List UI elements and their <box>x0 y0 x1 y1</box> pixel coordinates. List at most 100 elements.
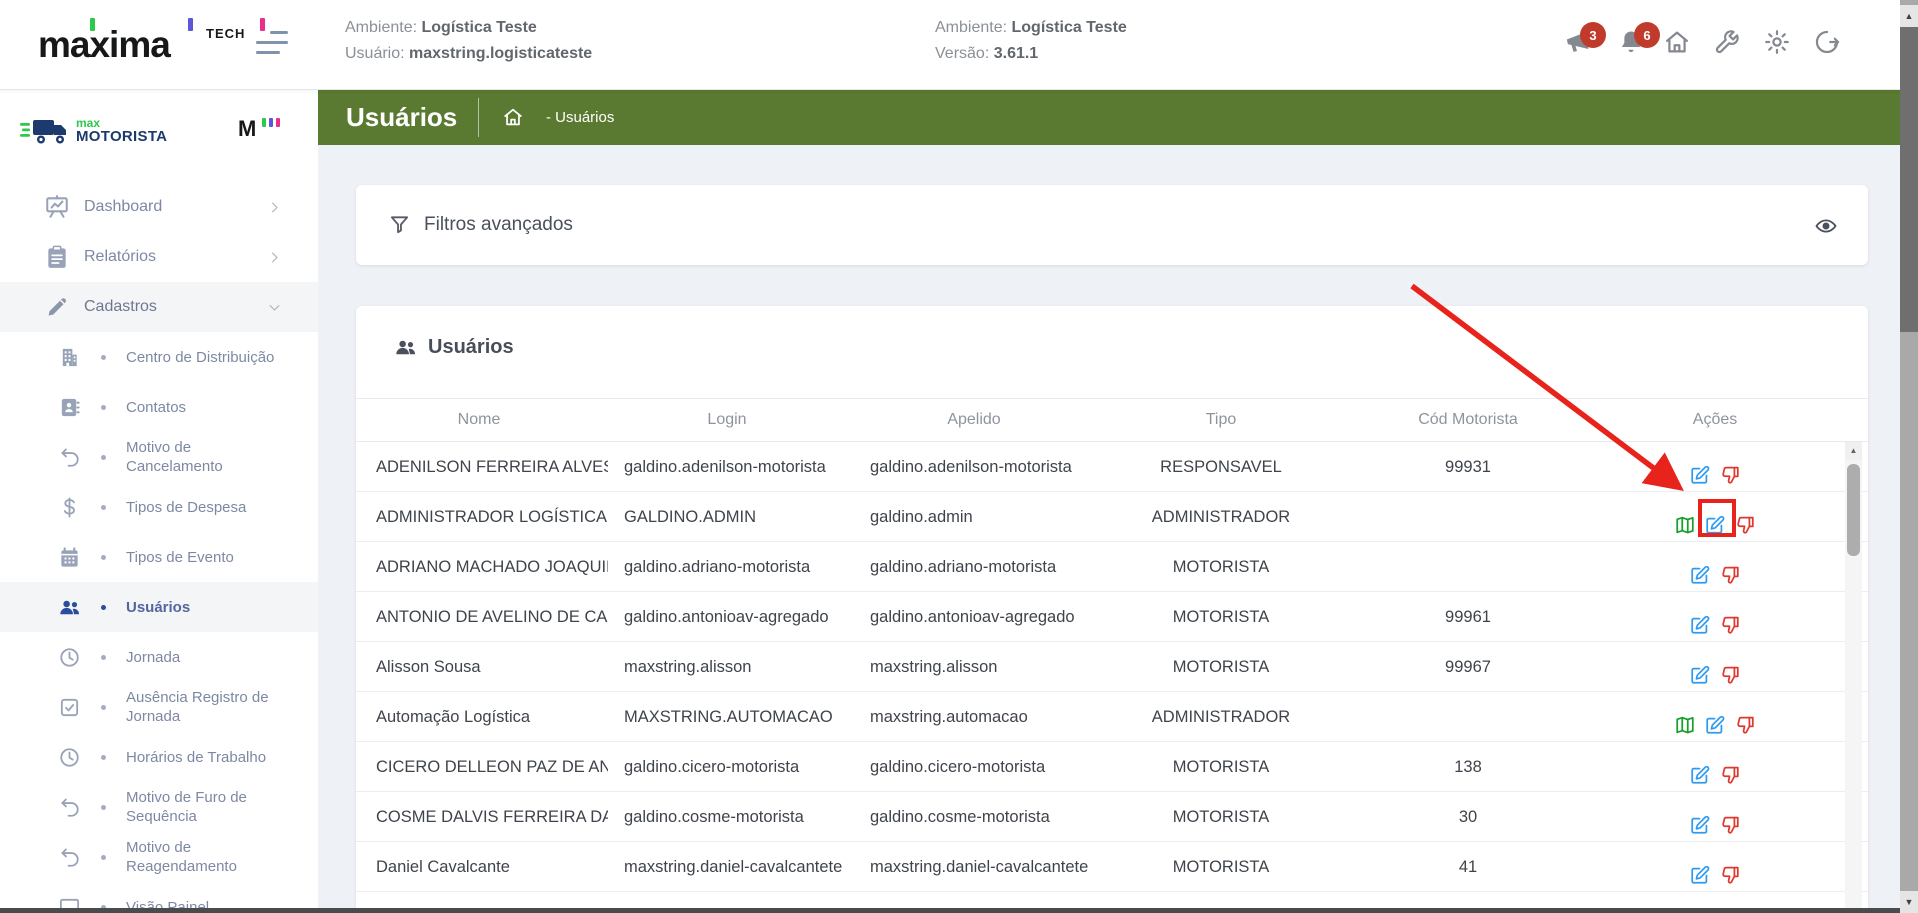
cell-apelido: maxstring.alisson <box>870 642 1094 692</box>
undo-icon <box>58 446 81 469</box>
thumbs-down-icon[interactable] <box>1719 606 1741 628</box>
menu-toggle-icon[interactable] <box>256 31 288 57</box>
notifications-badge: 6 <box>1634 22 1660 48</box>
thumbs-down-icon[interactable] <box>1719 456 1741 478</box>
cell-tipo: MOTORISTA <box>1126 592 1316 642</box>
edit-icon[interactable] <box>1689 656 1711 678</box>
thumbs-down-icon[interactable] <box>1719 756 1741 778</box>
max-motorista-logo: max MOTORISTA M <box>0 90 318 178</box>
sidebar-item-motivo-reagendamento[interactable]: Motivo de Reagendamento <box>0 832 318 882</box>
brand-tick-pink <box>260 18 265 31</box>
edit-icon[interactable] <box>1689 806 1711 828</box>
app-window: maxima TECH Ambiente: Logística Teste Us… <box>0 0 1918 913</box>
column-header-nome: Nome <box>376 399 582 441</box>
wrench-icon[interactable] <box>1713 28 1741 56</box>
cell-tipo: MOTORISTA <box>1126 542 1316 592</box>
cell-nome: ANTONIO DE AVELINO DE CASTRO <box>376 592 608 642</box>
clock-icon <box>58 646 81 669</box>
chevron-right-icon <box>267 200 282 215</box>
cell-login: galdino.cosme-motorista <box>624 792 848 842</box>
gear-icon[interactable] <box>1763 28 1791 56</box>
thumbs-down-icon[interactable] <box>1719 856 1741 878</box>
cell-login: maxstring.daniel-cavalcantete <box>624 842 848 892</box>
sidebar-item-jornada[interactable]: Jornada <box>0 632 318 682</box>
map-icon[interactable] <box>1674 506 1696 528</box>
sidebar-item-cadastros[interactable]: Cadastros <box>0 282 318 332</box>
bullet-dot <box>101 605 106 610</box>
edit-icon[interactable] <box>1689 756 1711 778</box>
sidebar-item-horarios-trabalho[interactable]: Horários de Trabalho <box>0 732 318 782</box>
edit-icon[interactable] <box>1689 606 1711 628</box>
advanced-filters-panel[interactable]: Filtros avançados <box>356 185 1868 265</box>
cell-cod-motorista: 30 <box>1388 792 1548 842</box>
brand-suffix: TECH <box>206 26 245 41</box>
sidebar-item-tipos-evento[interactable]: Tipos de Evento <box>0 532 318 582</box>
usuario-label: Usuário: <box>345 45 405 62</box>
thumbs-down-icon[interactable] <box>1734 506 1756 528</box>
logout-icon[interactable] <box>1813 28 1841 56</box>
cell-tipo: RESPONSAVEL <box>1126 442 1316 492</box>
map-icon[interactable] <box>1674 706 1696 728</box>
cell-nome: ADMINISTRADOR LOGÍSTICA TE <box>376 492 608 542</box>
sidebar-item-centro-distribuicao[interactable]: Centro de Distribuição <box>0 332 318 382</box>
cell-acoes <box>1650 592 1780 642</box>
eye-icon[interactable] <box>1814 214 1838 238</box>
table-body: ADENILSON FERREIRA ALVESgaldino.adenilso… <box>356 442 1868 913</box>
cell-cod-motorista: 41 <box>1388 842 1548 892</box>
scroll-up-arrow-icon[interactable]: ▲ <box>1900 5 1918 27</box>
ambiente-label: Ambiente: <box>935 19 1007 36</box>
top-bar: maxima TECH Ambiente: Logística Teste Us… <box>0 0 1900 90</box>
sidebar-item-label: Motivo de Cancelamento <box>126 438 284 476</box>
edit-icon[interactable] <box>1689 556 1711 578</box>
users-table-card: Usuários Nome Login Apelido Tipo Cód Mot… <box>356 306 1868 913</box>
cell-cod-motorista: 138 <box>1388 742 1548 792</box>
maxima-tech-logo: maxima TECH <box>38 20 248 70</box>
sidebar-item-usuarios[interactable]: Usuários <box>0 582 318 632</box>
page-scrollbar[interactable]: ▲ ▼ <box>1900 0 1918 913</box>
cell-login: GALDINO.ADMIN <box>624 492 848 542</box>
table-scrollbar-thumb[interactable] <box>1847 464 1860 556</box>
page-scrollbar-thumb[interactable] <box>1900 27 1918 332</box>
sidebar-item-label: Cadastros <box>84 298 157 316</box>
sidebar-menu: Dashboard Relatórios Cadastros Centro de Di… <box>0 182 318 913</box>
sidebar-item-dashboard[interactable]: Dashboard <box>0 182 318 232</box>
cell-apelido: galdino.cosme-motorista <box>870 792 1094 842</box>
cell-login: MAXSTRING.AUTOMACAO <box>624 692 848 742</box>
thumbs-down-icon[interactable] <box>1719 806 1741 828</box>
sidebar-item-label: Dashboard <box>84 198 162 216</box>
thumbs-down-icon[interactable] <box>1734 706 1756 728</box>
sidebar-item-motivo-cancelamento[interactable]: Motivo de Cancelamento <box>0 432 318 482</box>
cell-login: galdino.antonioav-agregado <box>624 592 848 642</box>
cell-cod-motorista: 99931 <box>1388 442 1548 492</box>
home-icon[interactable] <box>1663 28 1691 56</box>
sidebar-item-motivo-furo-sequencia[interactable]: Motivo de Furo de Sequência <box>0 782 318 832</box>
scroll-up-arrow-icon[interactable]: ▲ <box>1845 442 1862 460</box>
table-scrollbar[interactable]: ▲ <box>1845 442 1862 913</box>
bullet-dot <box>101 755 106 760</box>
mini-m-letter: M <box>238 116 256 141</box>
thumbs-down-icon[interactable] <box>1719 556 1741 578</box>
sidebar-item-contatos[interactable]: Contatos <box>0 382 318 432</box>
edit-icon[interactable] <box>1689 856 1711 878</box>
edit-icon[interactable] <box>1704 706 1726 728</box>
breadcrumb-home-icon[interactable] <box>502 106 524 128</box>
edit-icon[interactable] <box>1689 456 1711 478</box>
sidebar-item-label: Tipos de Despesa <box>126 498 284 517</box>
cell-nome: ADRIANO MACHADO JOAQUIM <box>376 542 608 592</box>
thumbs-down-icon[interactable] <box>1719 656 1741 678</box>
sidebar: max MOTORISTA M Dashboard Relatórios Cadas… <box>0 90 318 913</box>
sidebar-item-label: Usuários <box>126 598 284 617</box>
cell-tipo: MOTORISTA <box>1126 642 1316 692</box>
cell-acoes <box>1650 692 1780 742</box>
scroll-down-arrow-icon[interactable]: ▼ <box>1900 891 1918 913</box>
sidebar-item-ausencia-registro[interactable]: Ausência Registro de Jornada <box>0 682 318 732</box>
sidebar-item-relatorios[interactable]: Relatórios <box>0 232 318 282</box>
table-row: Daniel Cavalcantemaxstring.daniel-cavalc… <box>356 842 1868 892</box>
announcements-badge: 3 <box>1580 22 1606 48</box>
calendar-icon <box>58 546 81 569</box>
table-row: Automação LogísticaMAXSTRING.AUTOMACAOma… <box>356 692 1868 742</box>
cell-acoes <box>1650 442 1780 492</box>
cell-apelido: galdino.admin <box>870 492 1094 542</box>
environment-version-info: Ambiente: Logística Teste Versão: 3.61.1 <box>935 15 1127 67</box>
sidebar-item-tipos-despesa[interactable]: Tipos de Despesa <box>0 482 318 532</box>
